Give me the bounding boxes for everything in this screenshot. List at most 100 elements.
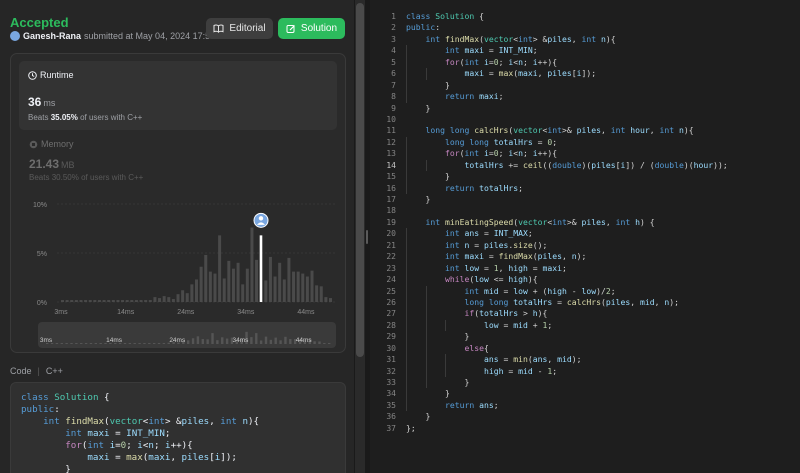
submission-panel: Accepted Ganesh-Rana submitted at May 04… bbox=[0, 0, 354, 473]
code-line[interactable]: int maxi = findMax(piles, n); bbox=[406, 251, 728, 263]
code-line[interactable]: } bbox=[406, 79, 728, 92]
code-editor[interactable]: 1 2 3 4 5 6 7 8 9 10 11 12 13 14 15 16 17 18 19 20 21 22 23 24 2… bbox=[370, 0, 800, 473]
chart-bar bbox=[121, 300, 125, 302]
chart-bar bbox=[167, 297, 171, 302]
code-line[interactable]: return maxi; bbox=[406, 91, 728, 103]
x-tick-label: 44ms bbox=[297, 309, 315, 316]
chart-bar bbox=[199, 266, 203, 302]
chart-bar bbox=[245, 268, 249, 302]
submitted-code-preview[interactable]: class Solution { public: int findMax(vec… bbox=[10, 382, 346, 473]
code-line[interactable]: int n = piles.size(); bbox=[406, 239, 728, 252]
chart-bar bbox=[162, 296, 166, 302]
line-number: 13 bbox=[386, 149, 396, 159]
line-number: 17 bbox=[386, 195, 396, 204]
chart-range-slider[interactable]: 3ms 14ms 24ms 34ms 44ms bbox=[38, 322, 336, 348]
editorial-button[interactable]: Editorial bbox=[206, 18, 273, 39]
y-tick-label: 10% bbox=[33, 202, 47, 209]
chart-bar bbox=[282, 279, 286, 302]
mini-bar bbox=[196, 336, 200, 344]
code-line[interactable]: } bbox=[406, 411, 728, 422]
memory-label: Memory bbox=[41, 139, 74, 149]
mini-bar bbox=[274, 337, 277, 344]
code-line[interactable]: for(int i=0; i<n; i++){ bbox=[406, 148, 728, 160]
line-number: 14 bbox=[386, 160, 396, 170]
memory-header[interactable]: Memory bbox=[29, 139, 74, 149]
mini-bar bbox=[313, 341, 316, 344]
code-line[interactable]: long long totalHrs = calcHrs(piles, mid,… bbox=[406, 296, 728, 309]
line-number: 19 bbox=[386, 217, 396, 227]
chart-bar bbox=[93, 300, 97, 302]
submitted-time: submitted at May 04, 2024 17:53 bbox=[84, 31, 216, 41]
code-line[interactable]: } bbox=[406, 103, 728, 114]
code-line[interactable]: if(totalHrs > h){ bbox=[406, 308, 728, 320]
line-number: 22 bbox=[386, 252, 396, 262]
code-line[interactable]: return totalHrs; bbox=[406, 182, 728, 194]
code-line[interactable]: ans = min(ans, mid); bbox=[406, 354, 728, 366]
code-line[interactable]: for(int i=0; i<n; i++){ bbox=[406, 56, 728, 69]
line-number: 29 bbox=[386, 332, 396, 342]
code-line[interactable]: int minEatingSpeed(vector<int>& piles, i… bbox=[406, 217, 728, 228]
code-line[interactable]: return ans; bbox=[406, 399, 728, 412]
username-link[interactable]: Ganesh-Rana bbox=[23, 31, 81, 41]
drag-grip-icon bbox=[366, 230, 368, 244]
code-line[interactable]: } bbox=[406, 194, 728, 205]
mini-bar bbox=[138, 343, 141, 344]
code-line[interactable]: } bbox=[406, 377, 728, 389]
mini-bar bbox=[65, 343, 68, 344]
chart-bar bbox=[111, 300, 115, 302]
code-line[interactable]: low = mid + 1; bbox=[406, 319, 728, 332]
chart-bar bbox=[97, 300, 101, 302]
code-line[interactable]: long long totalHrs = 0; bbox=[406, 136, 728, 149]
code-lines[interactable]: class Solution {public: int findMax(vect… bbox=[406, 11, 728, 434]
code-line[interactable]: else{ bbox=[406, 342, 728, 355]
code-line[interactable]: high = mid - 1; bbox=[406, 365, 728, 377]
code-line[interactable]: } bbox=[406, 388, 728, 400]
chart-bar bbox=[273, 276, 277, 302]
chart-bar bbox=[102, 300, 106, 302]
chart-bar bbox=[116, 300, 120, 302]
code-line[interactable]: }; bbox=[406, 423, 728, 434]
y-tick-label: 0% bbox=[37, 300, 47, 307]
line-number: 23 bbox=[386, 263, 396, 273]
solution-button[interactable]: Solution bbox=[278, 18, 345, 39]
code-line[interactable]: long long calcHrs(vector<int>& piles, in… bbox=[406, 125, 728, 136]
line-number: 10 bbox=[386, 114, 396, 124]
code-line[interactable]: int mid = low + (high - low)/2; bbox=[406, 285, 728, 297]
code-line[interactable]: totalHrs += ceil((double)(piles[i]) / (d… bbox=[406, 159, 728, 172]
mini-bar bbox=[211, 333, 214, 344]
code-line[interactable]: class Solution { bbox=[406, 11, 728, 22]
mini-bar bbox=[143, 343, 146, 344]
left-panel-scrollbar[interactable] bbox=[355, 0, 365, 473]
avatar[interactable] bbox=[10, 31, 20, 41]
code-line[interactable]: int low = 1, high = maxi; bbox=[406, 262, 728, 275]
code-line[interactable]: int ans = INT_MAX; bbox=[406, 228, 728, 240]
scrollbar-thumb[interactable] bbox=[356, 3, 364, 357]
chart-bar bbox=[296, 271, 300, 302]
code-line[interactable]: } bbox=[406, 331, 728, 343]
line-number: 2 bbox=[391, 23, 396, 33]
runtime-box[interactable]: Runtime 36 ms Beats 35.05% of users with … bbox=[19, 61, 337, 130]
code-line[interactable]: maxi = max(maxi, piles[i]); bbox=[406, 68, 728, 80]
memory-beats-pct: 30.50% bbox=[51, 173, 79, 182]
code-line[interactable]: int maxi = INT_MIN; bbox=[406, 45, 728, 57]
chart-bar bbox=[139, 300, 143, 302]
memory-beats-suffix: of users with C++ bbox=[81, 173, 144, 182]
runtime-distribution-chart[interactable]: 10% 5% 0% 3ms 14ms 24ms 34ms 44ms bbox=[23, 194, 339, 318]
line-number: 16 bbox=[386, 183, 396, 193]
code-line[interactable] bbox=[406, 114, 728, 125]
mini-bar bbox=[75, 343, 78, 344]
line-number: 31 bbox=[386, 355, 396, 365]
mini-bar bbox=[148, 343, 151, 344]
line-number: 24 bbox=[386, 275, 396, 285]
code-line[interactable]: while(low <= high){ bbox=[406, 274, 728, 286]
chip-icon bbox=[29, 140, 38, 148]
separator: | bbox=[37, 366, 40, 376]
line-number: 25 bbox=[386, 286, 396, 296]
code-line[interactable]: int findMax(vector<int> &piles, int n){ bbox=[406, 34, 728, 45]
mini-bar bbox=[94, 343, 98, 344]
code-line[interactable] bbox=[406, 205, 728, 216]
chart-bar bbox=[144, 300, 148, 302]
code-line[interactable]: public: bbox=[406, 22, 728, 33]
chart-bar bbox=[134, 300, 138, 302]
code-line[interactable]: } bbox=[406, 171, 728, 183]
